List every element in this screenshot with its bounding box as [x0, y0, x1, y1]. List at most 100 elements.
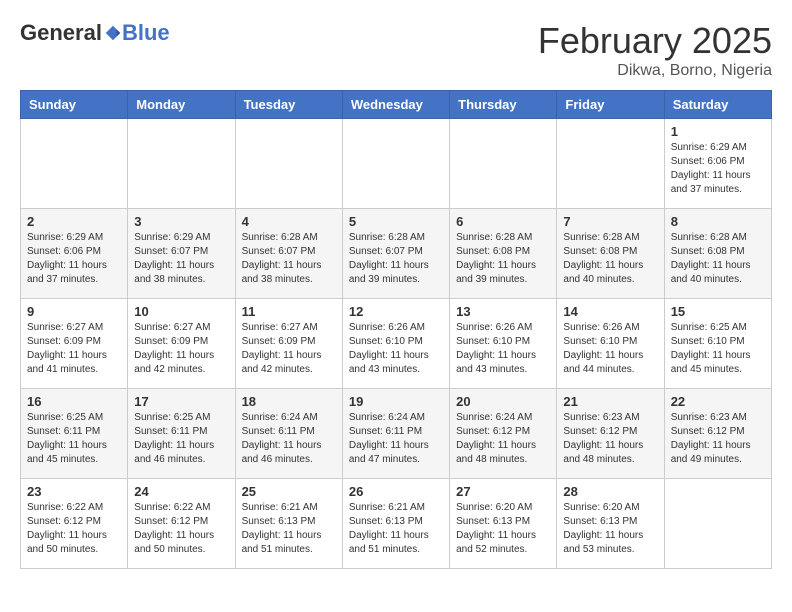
calendar-cell: 7 Sunrise: 6:28 AM Sunset: 6:08 PM Daylig…	[557, 209, 664, 299]
day-info: Sunrise: 6:24 AM Sunset: 6:11 PM Dayligh…	[242, 411, 336, 467]
calendar-cell: 8 Sunrise: 6:28 AM Sunset: 6:08 PM Daylig…	[664, 209, 771, 299]
calendar-cell: 10Sunrise: 6:27 AM Sunset: 6:09 PM Dayli…	[128, 299, 235, 389]
day-number: 6	[456, 214, 550, 229]
calendar-cell	[557, 119, 664, 209]
calendar-cell: 6 Sunrise: 6:28 AM Sunset: 6:08 PM Daylig…	[450, 209, 557, 299]
calendar-cell: 24 Sunrise: 6:22 AM Sunset: 6:12 PM Dayli…	[128, 479, 235, 569]
calendar-week-row: 16 Sunrise: 6:25 AM Sunset: 6:11 PM Dayli…	[21, 389, 772, 479]
weekday-header-saturday: Saturday	[664, 91, 771, 119]
calendar-cell: 14 Sunrise: 6:26 AM Sunset: 6:10 PM Dayli…	[557, 299, 664, 389]
day-number: 7	[563, 214, 657, 229]
day-number: 8	[671, 214, 765, 229]
day-number: 5	[349, 214, 443, 229]
day-info: Sunrise: 6:28 AM Sunset: 6:08 PM Dayligh…	[563, 231, 657, 287]
day-info: Sunrise: 6:22 AM Sunset: 6:12 PM Dayligh…	[27, 501, 121, 557]
day-info: Sunrise: 6:21 AM Sunset: 6:13 PM Dayligh…	[349, 501, 443, 557]
day-number: 21	[563, 394, 657, 409]
day-info: Sunrise: 6:24 AM Sunset: 6:12 PM Dayligh…	[456, 411, 550, 467]
calendar-cell: 12 Sunrise: 6:26 AM Sunset: 6:10 PM Dayli…	[342, 299, 449, 389]
calendar-cell: 21 Sunrise: 6:23 AM Sunset: 6:12 PM Dayli…	[557, 389, 664, 479]
day-number: 18	[242, 394, 336, 409]
day-info: Sunrise: 6:28 AM Sunset: 6:08 PM Dayligh…	[671, 231, 765, 287]
day-info: Sunrise: 6:23 AM Sunset: 6:12 PM Dayligh…	[563, 411, 657, 467]
day-info: Sunrise: 6:25 AM Sunset: 6:11 PM Dayligh…	[134, 411, 228, 467]
day-info: Sunrise: 6:22 AM Sunset: 6:12 PM Dayligh…	[134, 501, 228, 557]
calendar-cell: 4Sunrise: 6:28 AM Sunset: 6:07 PM Daylig…	[235, 209, 342, 299]
logo-blue-text: Blue	[122, 20, 170, 46]
day-info: Sunrise: 6:25 AM Sunset: 6:11 PM Dayligh…	[27, 411, 121, 467]
day-number: 16	[27, 394, 121, 409]
calendar-week-row: 23 Sunrise: 6:22 AM Sunset: 6:12 PM Dayli…	[21, 479, 772, 569]
day-number: 14	[563, 304, 657, 319]
weekday-header-thursday: Thursday	[450, 91, 557, 119]
day-info: Sunrise: 6:27 AM Sunset: 6:09 PM Dayligh…	[242, 321, 336, 377]
logo: General Blue	[20, 20, 170, 46]
weekday-header-row: SundayMondayTuesdayWednesdayThursdayFrid…	[21, 91, 772, 119]
day-info: Sunrise: 6:20 AM Sunset: 6:13 PM Dayligh…	[456, 501, 550, 557]
day-number: 1	[671, 124, 765, 139]
calendar-cell	[450, 119, 557, 209]
day-number: 3	[134, 214, 228, 229]
calendar-cell: 13 Sunrise: 6:26 AM Sunset: 6:10 PM Dayli…	[450, 299, 557, 389]
day-info: Sunrise: 6:20 AM Sunset: 6:13 PM Dayligh…	[563, 501, 657, 557]
calendar-cell: 18 Sunrise: 6:24 AM Sunset: 6:11 PM Dayli…	[235, 389, 342, 479]
day-number: 9	[27, 304, 121, 319]
day-info: Sunrise: 6:29 AM Sunset: 6:06 PM Dayligh…	[671, 141, 765, 197]
calendar-cell: 16 Sunrise: 6:25 AM Sunset: 6:11 PM Dayli…	[21, 389, 128, 479]
day-number: 28	[563, 484, 657, 499]
day-info: Sunrise: 6:26 AM Sunset: 6:10 PM Dayligh…	[456, 321, 550, 377]
calendar-cell: 26 Sunrise: 6:21 AM Sunset: 6:13 PM Dayli…	[342, 479, 449, 569]
calendar-cell: 3 Sunrise: 6:29 AM Sunset: 6:07 PM Daylig…	[128, 209, 235, 299]
calendar-cell: 23 Sunrise: 6:22 AM Sunset: 6:12 PM Dayli…	[21, 479, 128, 569]
day-number: 24	[134, 484, 228, 499]
calendar-cell: 2 Sunrise: 6:29 AM Sunset: 6:06 PM Daylig…	[21, 209, 128, 299]
day-info: Sunrise: 6:25 AM Sunset: 6:10 PM Dayligh…	[671, 321, 765, 377]
month-title: February 2025	[538, 20, 772, 62]
calendar-cell: 27 Sunrise: 6:20 AM Sunset: 6:13 PM Dayli…	[450, 479, 557, 569]
day-number: 15	[671, 304, 765, 319]
weekday-header-tuesday: Tuesday	[235, 91, 342, 119]
calendar-cell	[128, 119, 235, 209]
day-number: 20	[456, 394, 550, 409]
day-number: 19	[349, 394, 443, 409]
day-info: Sunrise: 6:28 AM Sunset: 6:07 PM Dayligh…	[349, 231, 443, 287]
weekday-header-sunday: Sunday	[21, 91, 128, 119]
calendar-week-row: 2 Sunrise: 6:29 AM Sunset: 6:06 PM Daylig…	[21, 209, 772, 299]
day-number: 12	[349, 304, 443, 319]
day-number: 2	[27, 214, 121, 229]
title-section: February 2025 Dikwa, Borno, Nigeria	[538, 20, 772, 80]
calendar-cell: 19 Sunrise: 6:24 AM Sunset: 6:11 PM Dayli…	[342, 389, 449, 479]
calendar-week-row: 1 Sunrise: 6:29 AM Sunset: 6:06 PM Daylig…	[21, 119, 772, 209]
day-info: Sunrise: 6:27 AM Sunset: 6:09 PM Dayligh…	[27, 321, 121, 377]
weekday-header-monday: Monday	[128, 91, 235, 119]
day-info: Sunrise: 6:27 AM Sunset: 6:09 PM Dayligh…	[134, 321, 228, 377]
day-info: Sunrise: 6:26 AM Sunset: 6:10 PM Dayligh…	[349, 321, 443, 377]
calendar-week-row: 9 Sunrise: 6:27 AM Sunset: 6:09 PM Daylig…	[21, 299, 772, 389]
logo-general-text: General	[20, 20, 102, 46]
day-info: Sunrise: 6:28 AM Sunset: 6:08 PM Dayligh…	[456, 231, 550, 287]
day-number: 25	[242, 484, 336, 499]
day-number: 26	[349, 484, 443, 499]
calendar-cell	[21, 119, 128, 209]
calendar-cell: 15 Sunrise: 6:25 AM Sunset: 6:10 PM Dayli…	[664, 299, 771, 389]
day-info: Sunrise: 6:26 AM Sunset: 6:10 PM Dayligh…	[563, 321, 657, 377]
logo-icon	[104, 24, 122, 42]
day-info: Sunrise: 6:29 AM Sunset: 6:07 PM Dayligh…	[134, 231, 228, 287]
calendar-table: SundayMondayTuesdayWednesdayThursdayFrid…	[20, 90, 772, 569]
weekday-header-friday: Friday	[557, 91, 664, 119]
day-number: 23	[27, 484, 121, 499]
day-number: 17	[134, 394, 228, 409]
day-number: 13	[456, 304, 550, 319]
day-info: Sunrise: 6:28 AM Sunset: 6:07 PM Dayligh…	[242, 231, 336, 287]
calendar-cell: 20 Sunrise: 6:24 AM Sunset: 6:12 PM Dayli…	[450, 389, 557, 479]
calendar-cell: 11Sunrise: 6:27 AM Sunset: 6:09 PM Dayli…	[235, 299, 342, 389]
calendar-cell: 5 Sunrise: 6:28 AM Sunset: 6:07 PM Daylig…	[342, 209, 449, 299]
calendar-cell	[342, 119, 449, 209]
day-number: 27	[456, 484, 550, 499]
calendar-cell: 9 Sunrise: 6:27 AM Sunset: 6:09 PM Daylig…	[21, 299, 128, 389]
day-info: Sunrise: 6:29 AM Sunset: 6:06 PM Dayligh…	[27, 231, 121, 287]
calendar-cell	[664, 479, 771, 569]
calendar-cell: 22Sunrise: 6:23 AM Sunset: 6:12 PM Dayli…	[664, 389, 771, 479]
day-info: Sunrise: 6:24 AM Sunset: 6:11 PM Dayligh…	[349, 411, 443, 467]
calendar-cell: 17 Sunrise: 6:25 AM Sunset: 6:11 PM Dayli…	[128, 389, 235, 479]
